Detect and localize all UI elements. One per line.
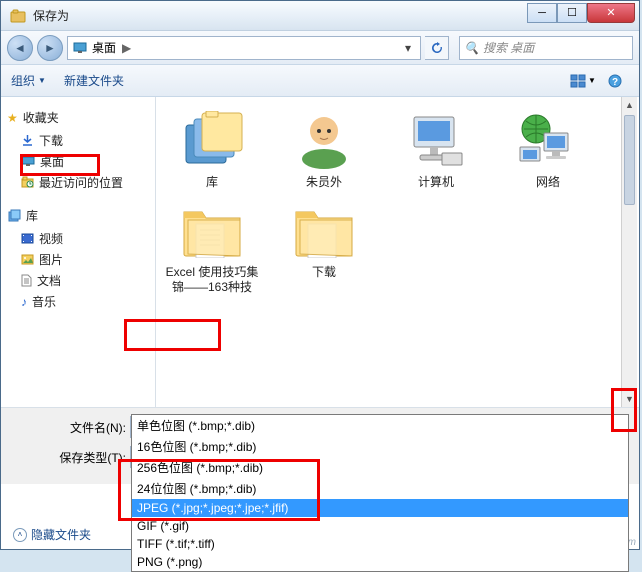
- libraries-icon: [7, 209, 21, 222]
- dropdown-option[interactable]: GIF (*.gif): [132, 517, 628, 535]
- star-icon: ★: [7, 111, 18, 125]
- search-box[interactable]: 🔍 搜索 桌面: [459, 36, 633, 60]
- libraries-large-icon: [176, 107, 248, 173]
- address-path: 桌面: [92, 39, 116, 56]
- computer-large-icon: [400, 107, 472, 173]
- navbar: ◄ ► 桌面 ▶ ▾ 🔍 搜索 桌面: [1, 31, 639, 65]
- app-icon: [9, 7, 27, 25]
- refresh-button[interactable]: [425, 36, 449, 60]
- sidebar-item-music[interactable]: ♪ 音乐: [7, 291, 149, 312]
- new-folder-button[interactable]: 新建文件夹: [64, 72, 124, 89]
- address-dropdown[interactable]: ▾: [400, 41, 416, 55]
- dropdown-option[interactable]: 单色位图 (*.bmp;*.dib): [132, 415, 628, 436]
- picture-icon: [21, 254, 34, 265]
- window-controls: ─ ☐ ✕: [527, 3, 635, 23]
- minimize-button[interactable]: ─: [527, 3, 557, 23]
- sidebar-item-downloads[interactable]: 下载: [7, 130, 149, 151]
- filetype-label: 保存类型(T):: [51, 449, 126, 466]
- sidebar-item-recent[interactable]: 最近访问的位置: [7, 172, 149, 193]
- music-icon: ♪: [21, 295, 27, 309]
- sidebar: ★ 收藏夹 下载 桌面: [1, 97, 156, 407]
- dropdown-option[interactable]: JPEG (*.jpg;*.jpeg;*.jpe;*.jfif): [132, 499, 628, 517]
- sidebar-favorites[interactable]: ★ 收藏夹: [7, 109, 149, 126]
- file-item-computer[interactable]: 计算机: [386, 107, 486, 191]
- dropdown-option[interactable]: TIFF (*.tif;*.tiff): [132, 535, 628, 553]
- search-icon: 🔍: [464, 41, 479, 55]
- network-large-icon: [512, 107, 584, 173]
- maximize-button[interactable]: ☐: [557, 3, 587, 23]
- file-item-folder1[interactable]: Excel 使用技巧集锦——163种技: [162, 197, 262, 296]
- sidebar-item-pictures[interactable]: 图片: [7, 249, 149, 270]
- scroll-thumb[interactable]: [624, 115, 635, 205]
- filename-label: 文件名(N):: [51, 419, 126, 436]
- search-placeholder: 搜索 桌面: [483, 39, 534, 56]
- view-button[interactable]: ▼: [569, 70, 597, 92]
- sidebar-libraries[interactable]: 库: [7, 207, 149, 224]
- file-area: 库 朱员外 计算机 网: [156, 97, 639, 407]
- sidebar-item-desktop[interactable]: 桌面: [7, 151, 149, 172]
- download-icon: [21, 134, 34, 147]
- titlebar-text: 保存为: [33, 7, 527, 24]
- file-item-network[interactable]: 网络: [498, 107, 598, 191]
- filetype-dropdown-list: 单色位图 (*.bmp;*.dib) 16色位图 (*.bmp;*.dib) 2…: [131, 414, 629, 572]
- file-item-user[interactable]: 朱员外: [274, 107, 374, 191]
- video-icon: [21, 233, 34, 244]
- back-button[interactable]: ◄: [7, 35, 33, 61]
- titlebar: 保存为 ─ ☐ ✕: [1, 1, 639, 31]
- dropdown-option[interactable]: 256色位图 (*.bmp;*.dib): [132, 457, 628, 478]
- address-bar[interactable]: 桌面 ▶ ▾: [67, 36, 421, 60]
- recent-icon: [21, 176, 34, 189]
- document-icon: [21, 274, 32, 287]
- folder-icon: [288, 197, 360, 263]
- help-button[interactable]: ?: [601, 70, 629, 92]
- file-item-libraries[interactable]: 库: [162, 107, 262, 191]
- close-button[interactable]: ✕: [587, 3, 635, 23]
- desktop-icon: [72, 40, 88, 56]
- desktop-icon: [21, 156, 35, 167]
- user-large-icon: [288, 107, 360, 173]
- folder-icon: [176, 197, 248, 263]
- dropdown-option[interactable]: PNG (*.png): [132, 553, 628, 571]
- dropdown-option[interactable]: 24位位图 (*.bmp;*.dib): [132, 478, 628, 499]
- path-arrow: ▶: [122, 41, 131, 55]
- hide-folders-link[interactable]: ˄ 隐藏文件夹: [13, 526, 91, 543]
- toolbar: 组织 ▼ 新建文件夹 ▼ ?: [1, 65, 639, 97]
- forward-button[interactable]: ►: [37, 35, 63, 61]
- body-area: ★ 收藏夹 下载 桌面: [1, 97, 639, 407]
- scroll-down[interactable]: ▼: [622, 391, 637, 407]
- organize-button[interactable]: 组织 ▼: [11, 72, 46, 89]
- dropdown-option[interactable]: 16色位图 (*.bmp;*.dib): [132, 436, 628, 457]
- svg-text:?: ?: [612, 77, 618, 88]
- sidebar-item-videos[interactable]: 视频: [7, 228, 149, 249]
- sidebar-item-documents[interactable]: 文档: [7, 270, 149, 291]
- file-item-folder2[interactable]: 下载: [274, 197, 374, 296]
- chevron-up-icon: ˄: [13, 528, 27, 542]
- scrollbar[interactable]: ▲ ▼: [621, 97, 637, 407]
- scroll-up[interactable]: ▲: [622, 97, 637, 113]
